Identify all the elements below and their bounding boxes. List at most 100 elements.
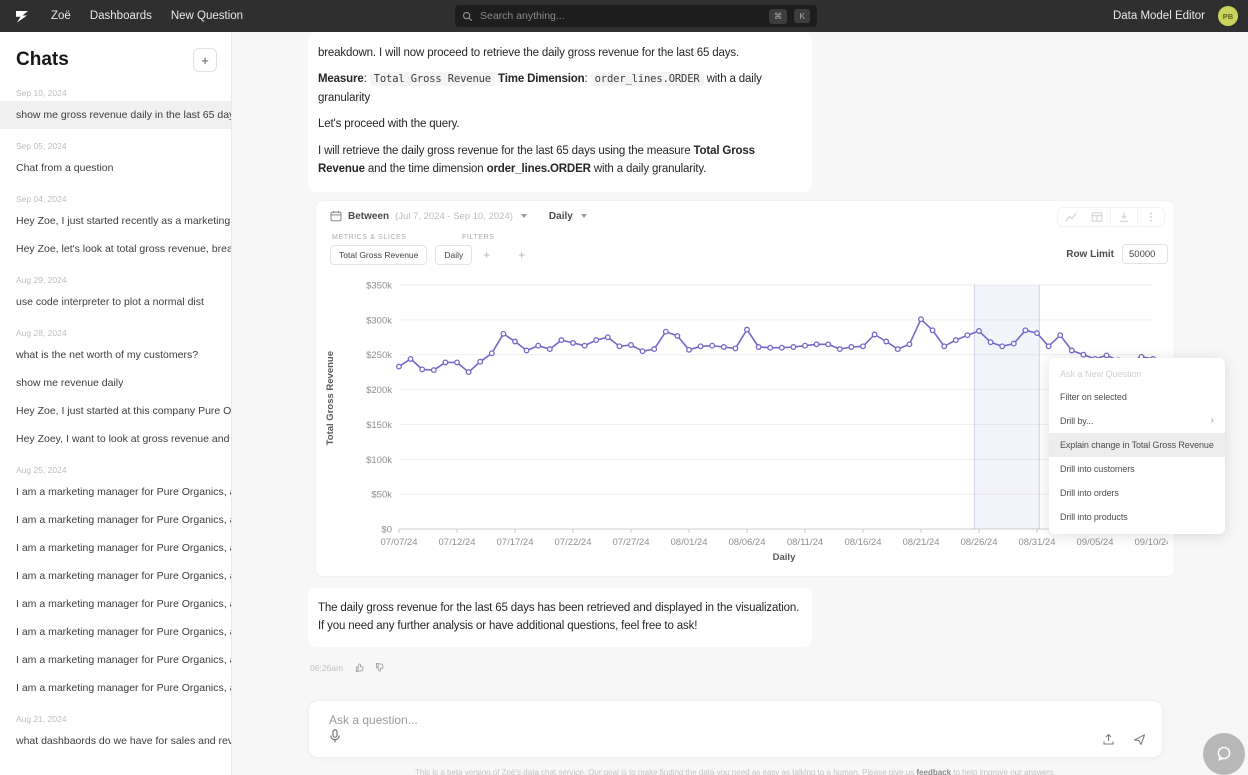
menu-item-drill-by[interactable]: Drill by... › xyxy=(1049,409,1225,433)
revenue-line-chart[interactable]: $0 $50k $100k $150k $200k $250k $300k $350k 07/0… xyxy=(324,271,1168,573)
disclaimer-text-end: to help improve our answers. xyxy=(951,768,1056,775)
row-limit-label: Row Limit xyxy=(1066,248,1114,260)
message-meta: 06:26am xyxy=(310,662,386,673)
svg-text:07/22/24: 07/22/24 xyxy=(555,537,592,548)
app-logo-icon[interactable] xyxy=(12,6,32,26)
search-icon xyxy=(462,11,473,22)
svg-text:08/26/24: 08/26/24 xyxy=(961,537,998,548)
chat-history-item[interactable]: use code interpreter to plot a normal di… xyxy=(0,288,231,316)
chat-date-label: Aug 25, 2024 xyxy=(16,465,67,475)
chart-context-menu: Ask a New Question Filter on selected Dril… xyxy=(1049,358,1225,534)
chat-history-item[interactable]: what is the net worth of my customers? xyxy=(0,341,231,369)
query-visualization-card: Between (Jul 7, 2024 - Sep 10, 2024) Dai… xyxy=(315,200,1225,577)
new-chat-button[interactable]: + xyxy=(193,48,217,72)
chat-history-item[interactable]: I am a marketing manager for Pure Organi… xyxy=(0,562,231,590)
svg-text:09/05/24: 09/05/24 xyxy=(1077,537,1114,548)
svg-text:07/27/24: 07/27/24 xyxy=(613,537,650,548)
svg-text:$100k: $100k xyxy=(366,455,392,466)
svg-text:$150k: $150k xyxy=(366,420,392,431)
send-icon[interactable] xyxy=(1133,733,1146,746)
svg-text:07/12/24: 07/12/24 xyxy=(439,537,476,548)
query-pills: Total Gross Revenue Daily + + xyxy=(330,245,528,265)
add-metric-button[interactable]: + xyxy=(480,248,493,262)
nav-item-dashboards[interactable]: Dashboards xyxy=(90,10,152,22)
chat-history-item[interactable]: what dashbaords do we have for sales and… xyxy=(0,727,231,755)
chat-date-label: Sep 04, 2024 xyxy=(16,194,67,204)
search-placeholder: Search anything... xyxy=(480,10,565,22)
assistant-paragraph: breakdown. I will now proceed to retriev… xyxy=(318,47,739,59)
microphone-icon[interactable] xyxy=(329,729,341,749)
thumbs-up-icon[interactable] xyxy=(355,662,366,673)
ask-question-input[interactable] xyxy=(329,710,1009,730)
svg-text:08/21/24: 08/21/24 xyxy=(903,537,940,548)
beta-disclaimer: This is a beta version of Zoë's data cha… xyxy=(308,768,1163,775)
filters-label: FILTERS xyxy=(462,234,495,241)
metric-pill[interactable]: Total Gross Revenue xyxy=(330,245,428,265)
metrics-slices-label: METRICS & SLICES xyxy=(332,234,407,241)
assistant-summary-card: The daily gross revenue for the last 65 … xyxy=(308,588,812,647)
svg-text:$300k: $300k xyxy=(366,315,392,326)
chat-history-item[interactable]: Chat from a question xyxy=(0,154,231,182)
feedback-link[interactable]: feedback xyxy=(916,768,951,775)
data-model-editor-link[interactable]: Data Model Editor xyxy=(1113,10,1205,22)
menu-item-drill-into-orders[interactable]: Drill into orders xyxy=(1049,481,1225,505)
chevron-down-icon xyxy=(580,214,587,218)
chevron-down-icon xyxy=(520,214,527,218)
svg-text:$250k: $250k xyxy=(366,350,392,361)
global-search[interactable]: Search anything... ⌘ K xyxy=(455,5,817,27)
svg-text:08/16/24: 08/16/24 xyxy=(845,537,882,548)
menu-item-drill-into-customers[interactable]: Drill into customers xyxy=(1049,457,1225,481)
svg-text:$50k: $50k xyxy=(371,490,392,501)
svg-text:08/31/24: 08/31/24 xyxy=(1019,537,1056,548)
svg-text:08/01/24: 08/01/24 xyxy=(671,537,708,548)
chat-date-label: Sep 05, 2024 xyxy=(16,141,67,151)
chat-history-item[interactable]: I am a marketing manager for Pure Organi… xyxy=(0,674,231,702)
assistant-paragraph: I will retrieve the daily gross revenue … xyxy=(318,144,755,175)
row-limit-input[interactable] xyxy=(1122,244,1168,264)
svg-text:08/11/24: 08/11/24 xyxy=(787,537,823,548)
brand-name[interactable]: Zoë xyxy=(51,10,71,22)
shortcut-key-k: K xyxy=(794,9,810,23)
chat-history-item[interactable]: show me revenue daily xyxy=(0,369,231,397)
chat-fab-button[interactable] xyxy=(1203,733,1245,775)
thumbs-down-icon[interactable] xyxy=(375,662,386,673)
calendar-icon xyxy=(330,210,342,222)
upload-icon[interactable] xyxy=(1102,733,1115,746)
download-icon[interactable] xyxy=(1111,211,1137,223)
top-navbar: Zoë Dashboards New Question Search anythi… xyxy=(0,0,1248,32)
dimension-pill[interactable]: Daily xyxy=(435,245,473,265)
chat-history-item[interactable]: I am a marketing manager for Pure Organi… xyxy=(0,506,231,534)
disclaimer-text: This is a beta version of Zoë's data cha… xyxy=(415,768,917,775)
add-filter-button[interactable]: + xyxy=(515,248,528,262)
svg-text:07/17/24: 07/17/24 xyxy=(497,537,534,548)
chat-history-item[interactable]: I am a marketing manager for Pure Organi… xyxy=(0,618,231,646)
menu-item-filter-on-selected[interactable]: Filter on selected xyxy=(1049,385,1225,409)
chats-sidebar: Chats + Sep 10, 2024 show me gross revenu… xyxy=(0,32,232,775)
more-options-icon[interactable] xyxy=(1138,211,1164,223)
line-chart-view-icon[interactable] xyxy=(1058,211,1084,223)
chat-history-item[interactable]: I am a marketing manager for Pure Organi… xyxy=(0,534,231,562)
chat-history-item[interactable]: Hey Zoe, let's look at total gross reven… xyxy=(0,235,231,263)
granularity-select[interactable]: Daily xyxy=(549,211,573,222)
chat-history-item[interactable]: Hey Zoe, I just started recently as a ma… xyxy=(0,207,231,235)
chat-history-item[interactable]: I am a marketing manager for Pure Organi… xyxy=(0,590,231,618)
context-menu-header: Ask a New Question xyxy=(1060,369,1142,379)
chat-history-item[interactable]: I am a marketing manager for Pure Organi… xyxy=(0,646,231,674)
menu-item-drill-into-products[interactable]: Drill into products xyxy=(1049,505,1225,529)
chat-history-item[interactable]: Hey Zoe, I just started at this company … xyxy=(0,397,231,425)
x-axis-title: Daily xyxy=(772,552,796,563)
main-content: breakdown. I will now proceed to retriev… xyxy=(232,32,1248,775)
nav-item-new-question[interactable]: New Question xyxy=(171,10,243,22)
chat-history-item[interactable]: I am a marketing manager for Pure Organi… xyxy=(0,478,231,506)
assistant-paragraph: Measure: Total Gross Revenue Time Dimens… xyxy=(318,72,762,104)
table-view-icon[interactable] xyxy=(1084,211,1110,223)
menu-item-explain-change-in-total-gross-revenue[interactable]: Explain change in Total Gross Revenue xyxy=(1049,433,1225,457)
date-range-value[interactable]: (Jul 7, 2024 - Sep 10, 2024) xyxy=(395,211,513,222)
chat-date-label: Sep 10, 2024 xyxy=(16,88,67,98)
user-avatar[interactable]: PB xyxy=(1218,6,1238,26)
chat-history-item[interactable]: show me gross revenue daily in the last … xyxy=(0,101,231,129)
svg-text:09/10/24: 09/10/24 xyxy=(1135,537,1168,548)
assistant-summary-text: The daily gross revenue for the last 65 … xyxy=(318,602,800,633)
chat-history-item[interactable]: Hey Zoey, I want to look at gross revenu… xyxy=(0,425,231,453)
date-range-mode[interactable]: Between xyxy=(348,211,389,222)
